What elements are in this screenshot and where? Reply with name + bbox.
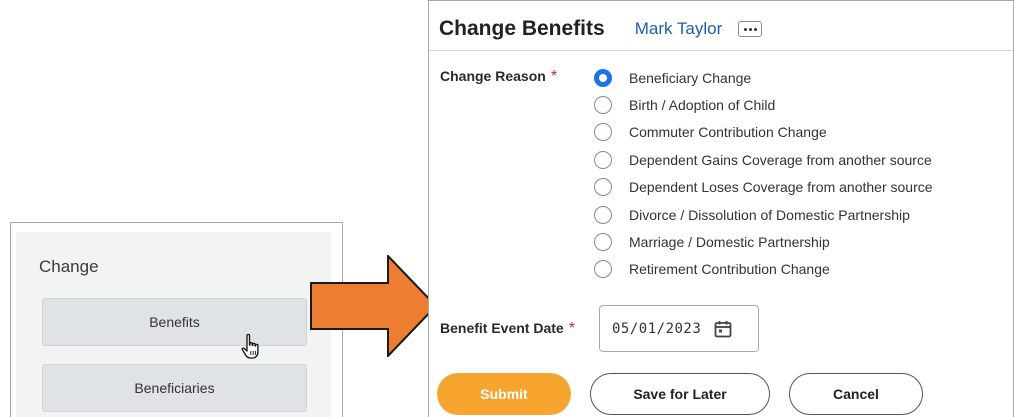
radio-option-retirement-contribution[interactable]: Retirement Contribution Change bbox=[594, 256, 933, 283]
radio-button[interactable] bbox=[594, 150, 612, 169]
radio-button[interactable] bbox=[594, 205, 612, 224]
radio-button-selected[interactable] bbox=[594, 68, 612, 87]
submit-button[interactable]: Submit bbox=[437, 373, 571, 415]
radio-label: Dependent Gains Coverage from another so… bbox=[629, 151, 932, 168]
dot bbox=[743, 27, 747, 31]
benefits-button[interactable]: Benefits bbox=[42, 298, 307, 346]
save-for-later-button[interactable]: Save for Later bbox=[590, 373, 770, 415]
radio-option-birth-adoption[interactable]: Birth / Adoption of Child bbox=[594, 91, 933, 118]
required-asterisk: * bbox=[568, 320, 575, 337]
dot bbox=[748, 27, 752, 31]
change-reason-label: Change Reason * bbox=[440, 68, 557, 86]
radio-label: Birth / Adoption of Child bbox=[629, 97, 776, 114]
cancel-button[interactable]: Cancel bbox=[789, 373, 923, 415]
radio-button[interactable] bbox=[594, 260, 612, 279]
radio-label: Divorce / Dissolution of Domestic Partne… bbox=[629, 206, 910, 223]
radio-button[interactable] bbox=[594, 96, 612, 115]
radio-button[interactable] bbox=[594, 233, 612, 252]
required-asterisk: * bbox=[550, 68, 558, 85]
benefit-event-date-field[interactable]: 05/01/2023 bbox=[599, 305, 759, 352]
radio-option-dependent-loses[interactable]: Dependent Loses Coverage from another so… bbox=[594, 174, 933, 201]
radio-label: Commuter Contribution Change bbox=[629, 124, 827, 141]
beneficiaries-button[interactable]: Beneficiaries bbox=[42, 364, 307, 412]
dot bbox=[753, 27, 757, 31]
change-card-title: Change bbox=[39, 257, 99, 276]
radio-option-divorce[interactable]: Divorce / Dissolution of Domestic Partne… bbox=[594, 201, 933, 228]
radio-option-marriage[interactable]: Marriage / Domestic Partnership bbox=[594, 228, 933, 255]
benefit-event-date-label-text: Benefit Event Date bbox=[440, 320, 564, 336]
panel-header: Change Benefits Mark Taylor bbox=[439, 14, 763, 44]
orange-arrow-icon bbox=[310, 255, 438, 357]
page-title: Change Benefits bbox=[439, 17, 605, 40]
date-value: 05/01/2023 bbox=[612, 320, 702, 337]
radio-option-commuter-contribution[interactable]: Commuter Contribution Change bbox=[594, 119, 933, 146]
radio-label: Marriage / Domestic Partnership bbox=[629, 234, 830, 251]
radio-option-beneficiary-change[interactable]: Beneficiary Change bbox=[594, 64, 933, 91]
radio-label: Beneficiary Change bbox=[629, 69, 752, 86]
hand-pointer-icon bbox=[241, 333, 259, 359]
radio-button[interactable] bbox=[594, 178, 612, 197]
calendar-icon[interactable] bbox=[713, 319, 733, 339]
benefit-event-date-label: Benefit Event Date * bbox=[440, 320, 575, 338]
radio-option-dependent-gains[interactable]: Dependent Gains Coverage from another so… bbox=[594, 146, 933, 173]
radio-label: Dependent Loses Coverage from another so… bbox=[629, 179, 933, 196]
radio-button[interactable] bbox=[594, 123, 612, 142]
header-divider bbox=[429, 50, 1013, 51]
radio-label: Retirement Contribution Change bbox=[629, 261, 830, 278]
screenshot-stage: Change Benefits Beneficiaries Change Ben… bbox=[0, 0, 1014, 417]
change-reason-label-text: Change Reason bbox=[440, 68, 546, 84]
worker-name-link[interactable]: Mark Taylor bbox=[635, 19, 723, 39]
change-reason-radio-group: Beneficiary Change Birth / Adoption of C… bbox=[594, 64, 933, 283]
more-dots-icon[interactable] bbox=[738, 21, 763, 37]
